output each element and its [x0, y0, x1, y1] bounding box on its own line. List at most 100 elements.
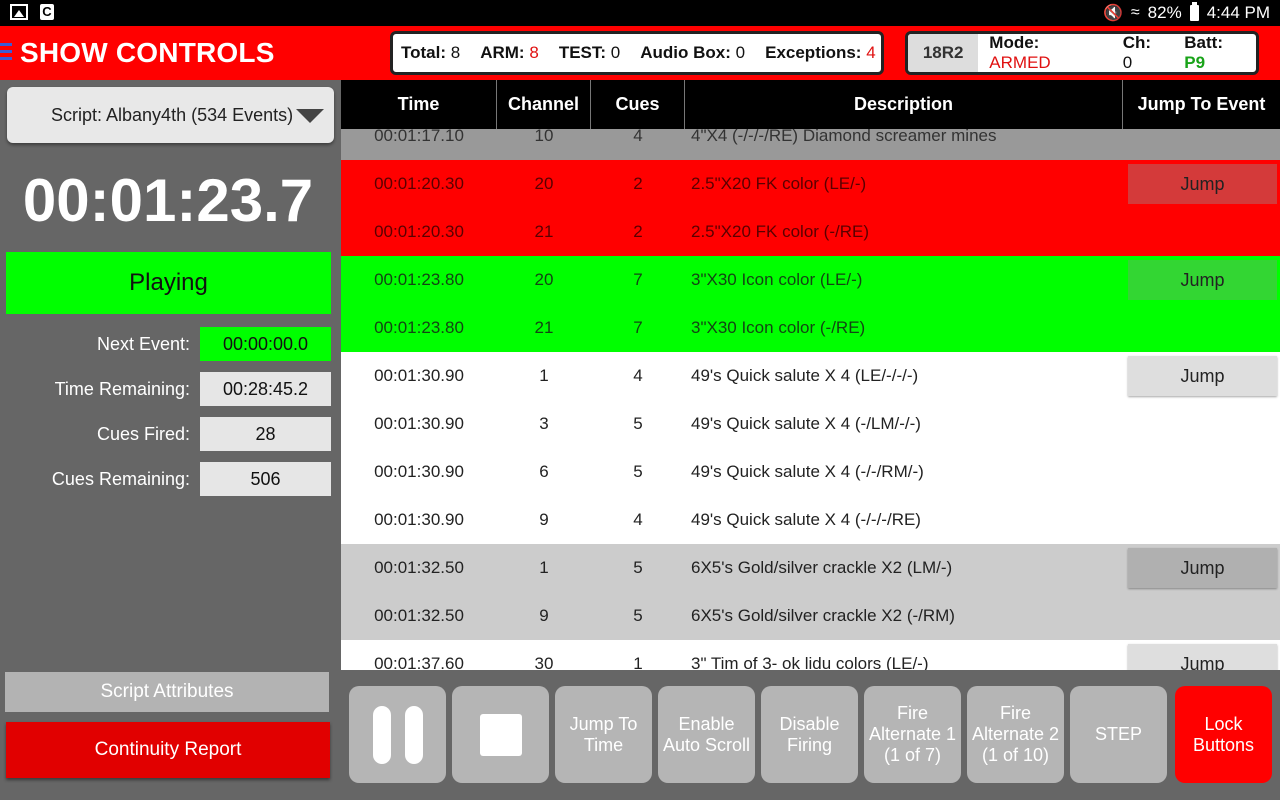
lock-buttons-button[interactable]: Lock Buttons [1175, 686, 1272, 783]
cell-time: 00:01:20.30 [374, 222, 464, 241]
cell-jump: Jump [1123, 256, 1280, 304]
cell-description: 49's Quick salute X 4 (-/-/-/RE) [691, 510, 921, 529]
image-icon [10, 4, 28, 20]
left-panel: Script: Albany4th (534 Events) 00:01:23.… [0, 80, 341, 800]
cell-description: 6X5's Gold/silver crackle X2 (-/RM) [691, 606, 955, 625]
stat-exceptions[interactable]: Exceptions: 4 [765, 43, 876, 63]
cues-remaining-value: 506 [200, 462, 331, 496]
wifi-icon: ≈ [1130, 4, 1140, 21]
script-attributes-button[interactable]: Script Attributes [5, 672, 329, 712]
device-mode: Mode: ARMED [989, 33, 1051, 72]
cell-description: 2.5"X20 FK color (LE/-) [691, 174, 867, 193]
cues-fired-row: Cues Fired: 28 [0, 417, 331, 451]
jump-button[interactable]: Jump [1128, 548, 1277, 588]
column-header-description: Description [685, 80, 1123, 129]
time-remaining-row: Time Remaining: 00:28:45.2 [0, 372, 331, 406]
cell-time: 00:01:32.50 [374, 558, 464, 577]
control-toolbar: Jump To Time Enable Auto Scroll Disable … [341, 670, 1280, 800]
table-row[interactable]: 00:01:23.80 21 7 3"X30 Icon color (-/RE) [341, 304, 1280, 352]
cell-time: 00:01:30.90 [374, 462, 464, 481]
device-status[interactable]: 18R2 Mode: ARMED Ch: 0 Batt: P9 [905, 31, 1259, 75]
cell-cues: 5 [633, 558, 643, 577]
enable-auto-scroll-button[interactable]: Enable Auto Scroll [658, 686, 755, 783]
c-app-icon: C [40, 4, 54, 20]
stat-arm: ARM: 8 [480, 43, 539, 62]
event-table[interactable]: Time Channel Cues Description Jump To Ev… [341, 80, 1280, 670]
cell-jump [1123, 592, 1280, 640]
step-button[interactable]: STEP [1070, 686, 1167, 783]
table-row[interactable]: 00:01:30.90 1 4 49's Quick salute X 4 (LE/-… [341, 352, 1280, 400]
cell-time: 00:01:30.90 [374, 510, 464, 529]
jump-button[interactable]: Jump [1128, 260, 1277, 300]
jump-button[interactable]: Jump [1128, 644, 1277, 670]
cell-jump: Jump [1123, 160, 1280, 208]
stop-icon [479, 713, 522, 756]
cell-description: 49's Quick salute X 4 (-/-/RM/-) [691, 462, 924, 481]
cell-time: 00:01:30.90 [374, 366, 464, 385]
cell-description: 6X5's Gold/silver crackle X2 (LM/-) [691, 558, 953, 577]
cell-channel: 6 [539, 462, 549, 481]
cell-cues: 5 [633, 606, 643, 625]
jump-to-time-button[interactable]: Jump To Time [555, 686, 652, 783]
show-clock: 00:01:23.7 [22, 167, 314, 234]
pause-button[interactable] [349, 686, 446, 783]
table-row[interactable]: 00:01:37.60 30 1 3" Tim of 3- ok lidu color… [341, 640, 1280, 670]
cell-channel: 21 [534, 222, 554, 241]
table-row[interactable]: 00:01:30.90 9 4 49's Quick salute X 4 (-/-/… [341, 496, 1280, 544]
cell-channel: 1 [539, 366, 549, 385]
cues-fired-value: 28 [200, 417, 331, 451]
column-header-jump: Jump To Event [1137, 94, 1266, 114]
cell-cues: 7 [633, 270, 643, 289]
table-row[interactable]: 00:01:30.90 3 5 49's Quick salute X 4 (-/LM… [341, 400, 1280, 448]
fire-alternate-2-button[interactable]: Fire Alternate 2 (1 of 10) [967, 686, 1064, 783]
cell-jump: Jump [1123, 544, 1280, 592]
cell-channel: 21 [534, 318, 554, 337]
play-state-badge: Playing [6, 252, 331, 314]
battery-percent: 82% [1147, 3, 1182, 22]
table-row[interactable]: 00:01:32.50 9 5 6X5's Gold/silver crackle X… [341, 592, 1280, 640]
chevron-down-icon [296, 109, 324, 123]
menu-icon[interactable] [0, 43, 12, 61]
table-body[interactable]: 00:01:17.10 10 4 4"X4 (-/-/-/RE) Diamond sc… [341, 112, 1280, 670]
table-row[interactable]: 00:01:20.30 20 2 2.5"X20 FK color (LE/-) Jum… [341, 160, 1280, 208]
stop-button[interactable] [452, 686, 549, 783]
cell-jump [1123, 496, 1280, 544]
cell-channel: 3 [539, 414, 549, 433]
device-id[interactable]: 18R2 [908, 34, 979, 72]
stat-test: TEST: 0 [558, 43, 621, 62]
cell-description: 3" Tim of 3- ok lidu colors (LE/-) [691, 654, 929, 670]
cell-time: 00:01:20.30 [374, 174, 464, 193]
cell-time: 00:01:32.50 [374, 606, 464, 625]
table-row[interactable]: 00:01:23.80 20 7 3"X30 Icon color (LE/-) Jum… [341, 256, 1280, 304]
cell-cues: 4 [633, 366, 643, 385]
cell-time: 00:01:37.60 [374, 654, 464, 670]
stat-total: Total: 8 [401, 43, 461, 62]
cell-jump: Jump [1123, 640, 1280, 670]
cell-jump [1123, 400, 1280, 448]
fire-alternate-1-button[interactable]: Fire Alternate 1 (1 of 7) [864, 686, 961, 783]
cell-channel: 30 [534, 654, 554, 670]
jump-button[interactable]: Jump [1128, 164, 1277, 204]
cues-remaining-row: Cues Remaining: 506 [0, 462, 331, 496]
continuity-report-button[interactable]: Continuity Report [6, 722, 330, 778]
script-select[interactable]: Script: Albany4th (534 Events) [7, 87, 334, 143]
disable-firing-button[interactable]: Disable Firing [761, 686, 858, 783]
jump-button[interactable]: Jump [1128, 356, 1277, 396]
table-row[interactable]: 00:01:30.90 6 5 49's Quick salute X 4 (-/-/… [341, 448, 1280, 496]
cell-jump: Jump [1123, 352, 1280, 400]
cell-description: 49's Quick salute X 4 (LE/-/-/-) [691, 366, 919, 385]
next-event-value: 00:00:00.0 [200, 327, 331, 361]
column-header-channel: Channel [497, 80, 591, 129]
stat-audio-box: Audio Box: 0 [640, 43, 746, 62]
cell-jump [1123, 448, 1280, 496]
mute-icon: 🔇 [1102, 5, 1123, 22]
cell-jump [1123, 208, 1280, 256]
battery-icon [1189, 2, 1199, 21]
table-row[interactable]: 00:01:20.30 21 2 2.5"X20 FK color (-/RE) [341, 208, 1280, 256]
table-row[interactable]: 00:01:32.50 1 5 6X5's Gold/silver crackle X… [341, 544, 1280, 592]
cell-description: 49's Quick salute X 4 (-/LM/-/-) [691, 414, 921, 433]
column-header-cues: Cues [591, 80, 685, 129]
clock-time: 4:44 PM [1206, 3, 1270, 22]
app-title: SHOW CONTROLS [20, 37, 275, 68]
cell-channel: 20 [534, 174, 554, 193]
